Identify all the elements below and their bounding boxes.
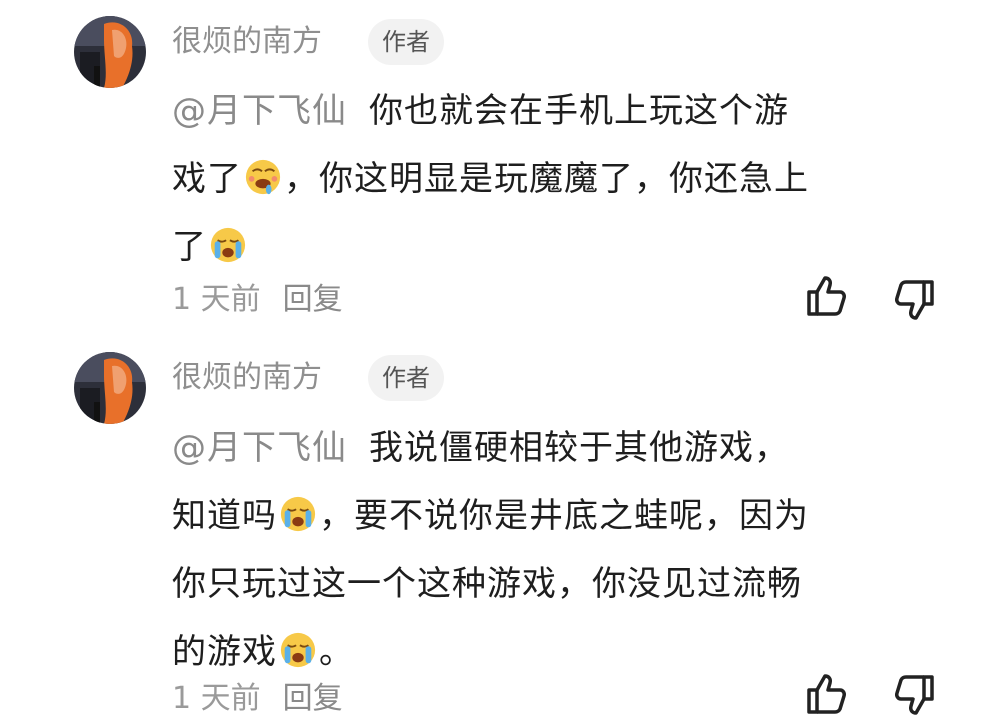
- text-segment: 你只玩过这一个这种游戏，你没见过流畅: [172, 564, 802, 604]
- thumbs-up-icon[interactable]: [803, 670, 851, 718]
- crying-face-emoji: [280, 496, 316, 532]
- thumbs-up-icon[interactable]: [803, 272, 851, 320]
- text-segment: ，你这明显是玩魔魔了，你还急上: [284, 159, 809, 199]
- author-name[interactable]: 很烦的南方: [172, 358, 322, 398]
- author-badge: 作者: [368, 355, 444, 401]
- mention-link[interactable]: @月下飞仙: [172, 91, 347, 131]
- text-segment: ，要不说你是井底之蛙呢，因为: [319, 496, 809, 536]
- text-segment: 我说僵硬相较于其他游戏，: [369, 428, 789, 468]
- thumbs-down-icon[interactable]: [890, 671, 938, 719]
- text-segment: 。: [319, 632, 354, 672]
- avatar[interactable]: [74, 16, 146, 88]
- crying-face-emoji: [280, 632, 316, 668]
- author-name[interactable]: 很烦的南方: [172, 22, 322, 62]
- thumbs-down-icon[interactable]: [890, 276, 938, 324]
- text-segment: 了: [172, 227, 207, 267]
- comment-meta: 1 天前 回复: [172, 679, 343, 719]
- comment-text: @月下飞仙 你也就会在手机上玩这个游 戏了 ，你这明显是玩魔魔了，你还急上 了: [172, 77, 942, 281]
- reply-button[interactable]: 回复: [283, 681, 343, 716]
- text-segment: 的游戏: [172, 632, 277, 672]
- timestamp: 1 天前: [172, 681, 261, 716]
- author-badge: 作者: [368, 19, 444, 65]
- drooling-face-emoji: [245, 159, 281, 195]
- text-segment: 戏了: [172, 159, 242, 199]
- comment-text: @月下飞仙 我说僵硬相较于其他游戏， 知道吗 ，要不说你是井底之蛙呢，因为 你只玩…: [172, 414, 942, 686]
- text-segment: 知道吗: [172, 496, 277, 536]
- mention-link[interactable]: @月下飞仙: [172, 428, 347, 468]
- comment-meta: 1 天前 回复: [172, 280, 343, 320]
- text-segment: 你也就会在手机上玩这个游: [369, 91, 789, 131]
- crying-face-emoji: [210, 227, 246, 263]
- reply-button[interactable]: 回复: [283, 282, 343, 317]
- avatar[interactable]: [74, 352, 146, 424]
- timestamp: 1 天前: [172, 282, 261, 317]
